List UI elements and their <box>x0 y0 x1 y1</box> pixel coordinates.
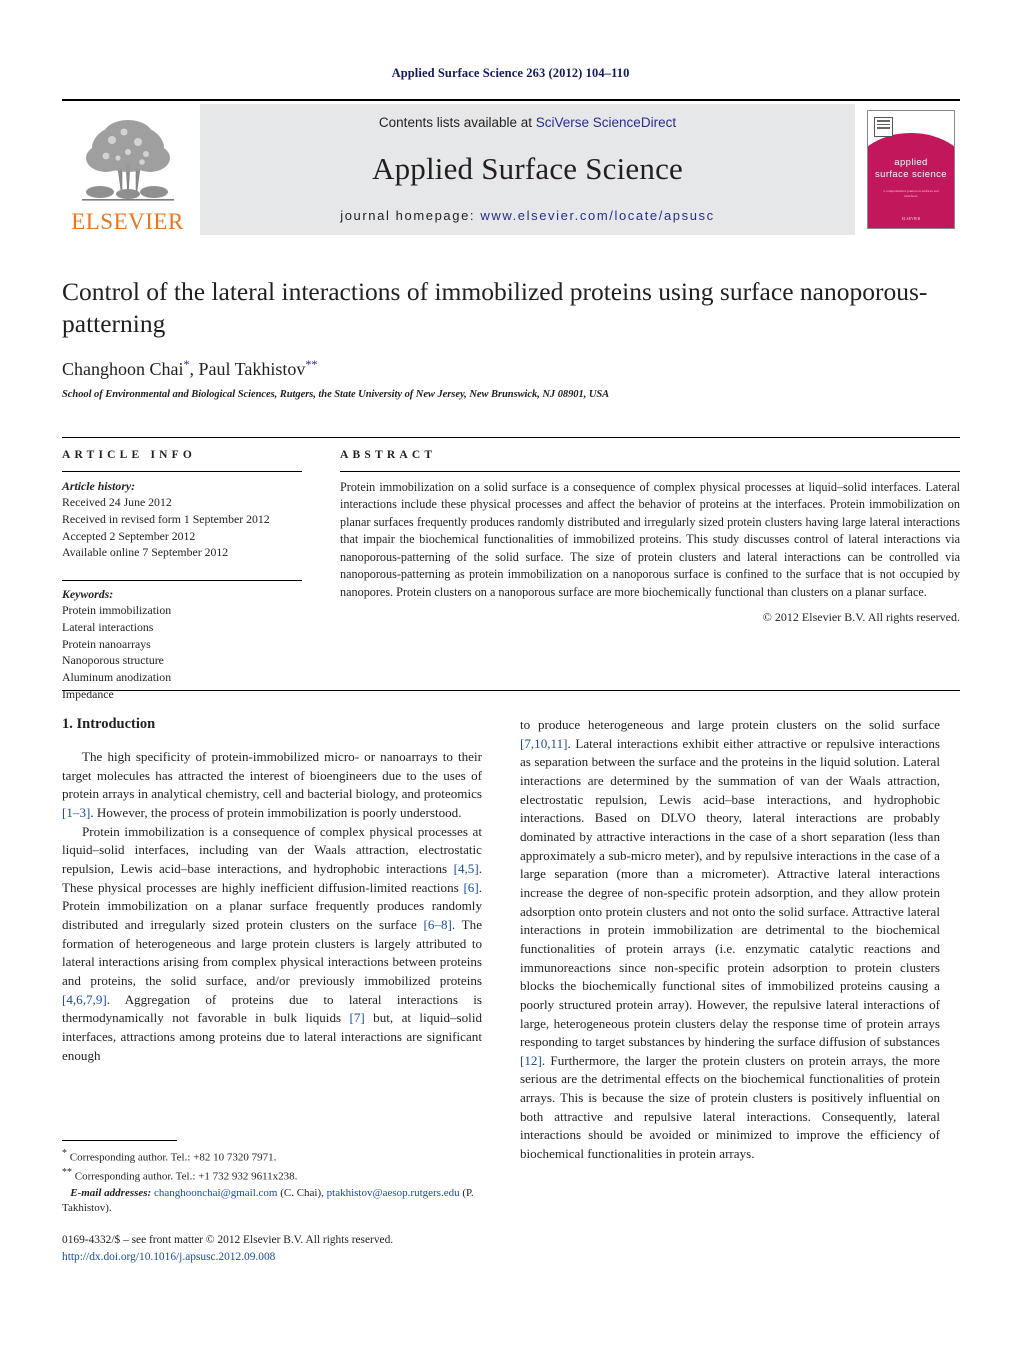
copyright-line: © 2012 Elsevier B.V. All rights reserved… <box>762 610 960 625</box>
contents-available-line: Contents lists available at SciVerse Sci… <box>379 115 676 130</box>
paragraph: The high specificity of protein-immobili… <box>62 749 482 820</box>
footnote-text-1: Corresponding author. Tel.: +82 10 7320 … <box>69 1151 277 1164</box>
page-title: Control of the lateral interactions of i… <box>62 277 928 339</box>
elsevier-logo-block: ELSEVIER <box>62 104 193 235</box>
affiliation: School of Environmental and Biological S… <box>62 389 610 401</box>
paragraph: Protein immobilization is a consequence … <box>62 823 483 1063</box>
sciencedirect-link[interactable]: SciVerse ScienceDirect <box>536 115 676 130</box>
cover-subtitle: a comprehensive journal on surfaces and … <box>883 189 939 199</box>
keyword-item: Nanoporous structure <box>62 653 164 668</box>
keyword-item: Impedance <box>62 686 114 701</box>
title-area: Control of the lateral interactions of i… <box>62 276 960 400</box>
email-owner-1: (C. Chai), <box>280 1186 324 1199</box>
email-link-2[interactable]: ptakhistov@aesop.rutgers.edu <box>327 1187 460 1199</box>
doi-link[interactable]: http://dx.doi.org/10.1016/j.apsusc.2012.… <box>62 1249 502 1266</box>
journal-header-band: Contents lists available at SciVerse Sci… <box>200 104 855 235</box>
article-history-heading: Article history: <box>62 479 136 493</box>
author-2-marker: ** <box>305 357 318 372</box>
author-list: Changhoon Chai*, Paul Takhistov** <box>62 357 960 380</box>
footnote-emails: E-mail addresses: changhoonchai@gmail.co… <box>62 1186 482 1217</box>
author-2: Paul Takhistov <box>198 359 306 380</box>
footnote-corresponding-2: ** Corresponding author. Tel.: +1 732 93… <box>62 1166 482 1185</box>
keyword-item: Protein immobilization <box>62 603 172 617</box>
email-addresses-label: E-mail addresses: <box>70 1186 152 1199</box>
history-item: Available online 7 September 2012 <box>62 545 229 560</box>
keywords-heading: Keywords: <box>62 587 114 601</box>
imprint-block: 0169-4332/$ – see front matter © 2012 El… <box>62 1232 502 1265</box>
article-info-heading: ARTICLE INFO <box>62 449 197 461</box>
running-head: Applied Surface Science 263 (2012) 104–1… <box>391 66 630 80</box>
keyword-item: Protein nanoarrays <box>62 636 151 651</box>
footnotes-block: * Corresponding author. Tel.: +82 10 732… <box>62 1140 482 1217</box>
journal-cover-thumbnail: applied surface science a comprehensive … <box>867 110 955 229</box>
journal-masthead: ELSEVIER Contents lists available at Sci… <box>62 99 960 235</box>
body-separator-rule <box>62 690 960 691</box>
footnote-marker-2: ** <box>62 1167 72 1179</box>
footnote-text-2: Corresponding author. Tel.: +1 732 932 9… <box>74 1170 298 1183</box>
footnote-marker-1: * <box>62 1148 67 1159</box>
issn-copyright-line: 0169-4332/$ – see front matter © 2012 El… <box>62 1234 394 1246</box>
paper-page: Applied Surface Science 263 (2012) 104–1… <box>0 0 1021 1351</box>
info-abstract-section: ARTICLE INFO Article history: Received 2… <box>62 437 960 703</box>
history-item: Accepted 2 September 2012 <box>62 528 196 543</box>
elsevier-wordmark: ELSEVIER <box>71 209 184 234</box>
journal-title: Applied Surface Science <box>371 151 684 186</box>
cover-publisher-icon <box>874 117 893 137</box>
history-item: Received in revised form 1 September 201… <box>62 511 270 526</box>
keywords-block: Keywords: Protein immobilization Lateral… <box>62 580 302 703</box>
journal-homepage-line: journal homepage: www.elsevier.com/locat… <box>340 208 715 223</box>
keywords-rule <box>62 580 302 581</box>
history-item: Received 24 June 2012 <box>62 495 172 509</box>
journal-cover-block: applied surface science a comprehensive … <box>862 104 960 235</box>
cover-title: applied surface science <box>874 157 947 180</box>
paragraph: to produce heterogeneous and large prote… <box>520 717 940 1162</box>
body-column-right: to produce heterogeneous and large prote… <box>520 716 940 1164</box>
keyword-item: Lateral interactions <box>62 619 154 634</box>
author-separator: , <box>189 359 199 380</box>
body-column-left: 1. Introduction The high specificity of … <box>62 716 482 1065</box>
keyword-item: Aluminum anodization <box>62 670 172 684</box>
elsevier-tree-icon <box>76 114 180 210</box>
abstract-rule <box>340 471 960 472</box>
abstract-heading: ABSTRACT <box>340 449 437 461</box>
contents-prefix: Contents lists available at <box>378 115 536 130</box>
homepage-prefix: journal homepage: <box>340 208 481 223</box>
footnote-rule <box>62 1140 177 1141</box>
homepage-url-link[interactable]: www.elsevier.com/locate/apsusc <box>480 208 714 223</box>
author-1: Changhoon Chai <box>62 359 184 380</box>
footnote-corresponding-1: * Corresponding author. Tel.: +82 10 732… <box>62 1147 482 1166</box>
article-info-column: ARTICLE INFO Article history: Received 2… <box>62 438 302 703</box>
abstract-text: Protein immobilization on a solid surfac… <box>340 480 960 599</box>
abstract-column: ABSTRACT Protein immobilization on a sol… <box>340 438 960 703</box>
article-info-rule <box>62 471 302 472</box>
section-heading-introduction: 1. Introduction <box>62 716 156 732</box>
cover-footer: ELSEVIER <box>901 217 921 221</box>
email-link-1[interactable]: changhoonchai@gmail.com <box>154 1187 277 1199</box>
